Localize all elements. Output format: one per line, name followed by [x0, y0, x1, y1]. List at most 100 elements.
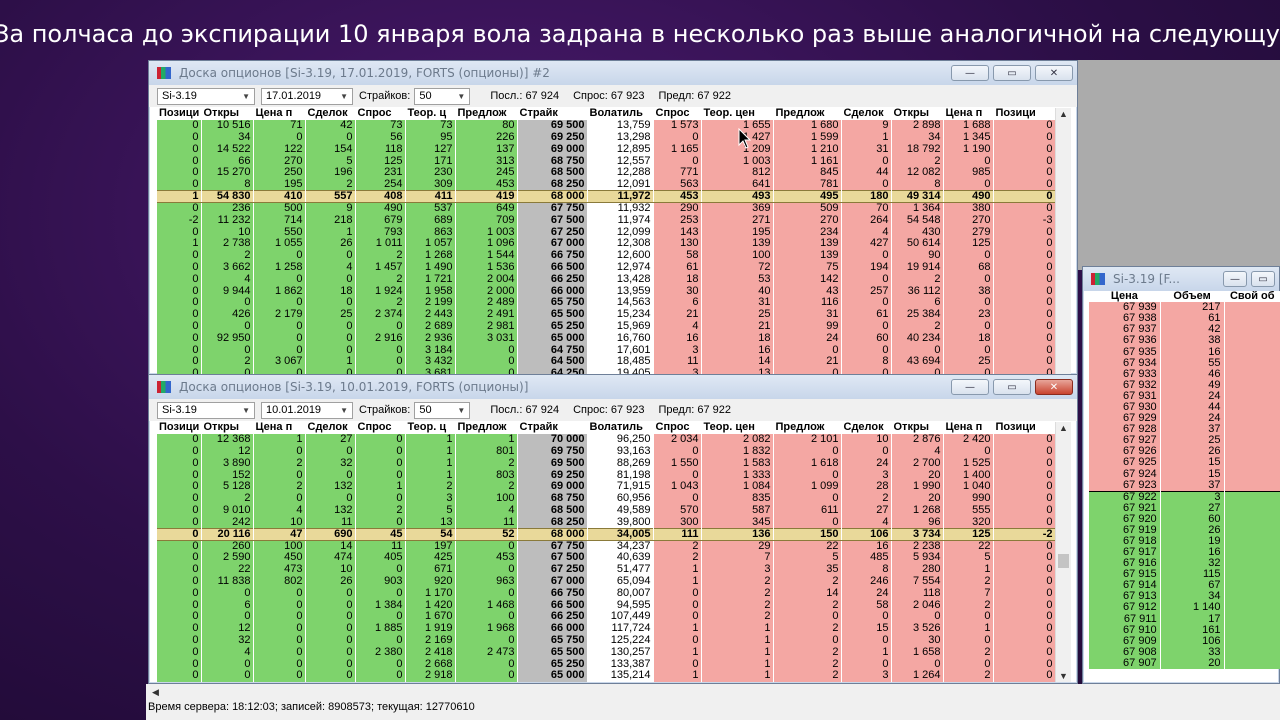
column-header[interactable]: Сделок	[841, 108, 892, 120]
table-row[interactable]: 0 12 368 1 27 0 1 1 70 000 96,250 2 034 2 082 2 101…	[157, 433, 1056, 446]
strikes-select[interactable]: 50 ▼	[414, 401, 471, 419]
column-header[interactable]: Свой об	[1224, 291, 1280, 303]
table-row[interactable]: 0 236 500 9 490 537 649 67 750 11,932 290 369 509 70…	[157, 202, 1056, 215]
table-row[interactable]: 12 738 1 055 26 1 011 1 057 1 096 67 000 12,308…	[157, 237, 1056, 250]
column-header[interactable]: Цена	[1089, 291, 1161, 303]
column-header[interactable]: Позици	[993, 422, 1056, 434]
table-row[interactable]: 06001 384 1 420 1 468 66 500 94,595 0 2 2 58 2 04…	[157, 599, 1056, 611]
close-button[interactable]: ✕	[1035, 65, 1073, 81]
bid-row[interactable]: 67 921 27	[1089, 502, 1280, 514]
ask-row[interactable]: 67 924 15	[1089, 468, 1280, 480]
bid-row[interactable]: 67 920 60	[1089, 513, 1280, 525]
table-row[interactable]: 05 128 2 132 1 2 2 69 000 71,915 1 043 1 084 1 099…	[157, 480, 1056, 493]
column-header[interactable]: Предлож	[455, 108, 518, 120]
table-row[interactable]: 0 34 0 0 56 95 226 69 250 13,298 0 1 427 1 599 1 34 1 …	[157, 131, 1056, 144]
column-header[interactable]: Волатиль	[587, 108, 654, 120]
instrument-select[interactable]: Si-3.19 ▼	[157, 401, 255, 419]
window-1-titlebar[interactable]: Доска опционов [Si-3.19, 17.01.2019, FOR…	[149, 61, 1077, 85]
ask-row[interactable]: 67 926 26	[1089, 446, 1280, 458]
ask-row[interactable]: 67 930 44	[1089, 401, 1280, 414]
table-row[interactable]: 0 12 0 0 0 1 801 69 750 93,163 0 1 832 0 0 4 0 0	[157, 445, 1056, 458]
table-row[interactable]: 0 12 0 0 1 885 1 919 1 968 66 000 117,724 1 1 2 15 3 …	[157, 622, 1056, 635]
column-header[interactable]: Сделок	[841, 422, 892, 434]
table-row[interactable]: 0 10 550 1 793 863 1 003 67 250 12,099 143 195 234 4…	[157, 226, 1056, 238]
column-header[interactable]: Сделок	[305, 108, 356, 120]
column-header[interactable]: Предлож	[773, 422, 842, 434]
column-header[interactable]: Спрос	[653, 108, 702, 120]
table-row[interactable]: 0 11 838 802 26 903 920 963 67 000 65,094 1 2 2 246 7…	[157, 575, 1056, 588]
table-row[interactable]: 020021 268 1 544 66 750 12,600 58 100 139 0 90 0 0	[157, 249, 1056, 262]
table-row[interactable]: 03 662 1 258 4 1 457 1 490 1 536 66 500 12,974 6…	[157, 261, 1056, 274]
bid-row[interactable]: 67 916 32	[1089, 558, 1280, 570]
maximize-button[interactable]: ▭	[993, 379, 1031, 395]
table-row[interactable]: 0 260 100 14 11 197 0 67 750 34,237 2 29 22 16 2 238 2…	[157, 540, 1056, 552]
ask-row[interactable]: 67 932 49	[1089, 379, 1280, 391]
column-header[interactable]: Страйк	[517, 108, 588, 120]
column-header[interactable]: Предлож	[455, 422, 518, 434]
table-row[interactable]: 02 590 450 474 405 425 453 67 500 40,639 2 7 5 485 5…	[157, 551, 1056, 564]
scroll-up-icon[interactable]: ▲	[1056, 422, 1071, 434]
column-header[interactable]: Волатиль	[587, 422, 654, 434]
table-row[interactable]: 0 92 950 0 0 2 916 2 936 3 031 65 000 16,760 16 18…	[157, 332, 1056, 345]
bid-row[interactable]: 67 914 67	[1089, 580, 1280, 592]
bid-row[interactable]: 67 915 115	[1089, 569, 1280, 581]
column-header[interactable]: Позици	[157, 108, 202, 120]
table-row[interactable]: 03 890 2 32 0 1 2 69 500 88,269 1 550 1 583 1 618 2…	[157, 457, 1056, 470]
table-row[interactable]: 000001 170 0 66 750 80,007 0 2 14 24 118 7 0	[157, 587, 1056, 600]
table-row[interactable]: 04002 380 2 418 2 473 65 500 130,257 1 1 2 1 1 65…	[157, 646, 1056, 659]
column-header[interactable]: Спрос	[653, 422, 702, 434]
table-row[interactable]: 0 22 473 10 0 671 0 67 250 51,477 1 3 35 8 280 1 0	[157, 563, 1056, 576]
column-header[interactable]: Цена п	[943, 422, 994, 434]
instrument-select[interactable]: Si-3.19 ▼	[157, 87, 255, 105]
ask-row[interactable]: 67 939 217	[1089, 302, 1280, 314]
table-row[interactable]: 0 2 0 0 0 3 100 68 750 60,956 0 835 0 2 20 990 0	[157, 492, 1056, 505]
ask-row[interactable]: 67 929 24	[1089, 413, 1280, 425]
table-row[interactable]: 000003 184 0 64 750 17,601 3 16 0 0 0 0 0	[157, 344, 1056, 356]
bid-row[interactable]: 67 910 161	[1089, 624, 1280, 636]
ask-row[interactable]: 67 937 42	[1089, 324, 1280, 336]
column-header[interactable]: Цена п	[253, 422, 306, 434]
ask-row[interactable]: 67 928 37	[1089, 424, 1280, 436]
ask-row[interactable]: 67 934 55	[1089, 357, 1280, 369]
column-header[interactable]: Страйк	[517, 422, 588, 434]
bid-row[interactable]: 67 907 20	[1089, 657, 1280, 669]
table-row[interactable]: -2 11 232 714 218 679 689 709 67 500 11,974 253 27…	[157, 214, 1056, 227]
column-header[interactable]: Сделок	[305, 422, 356, 434]
table-row[interactable]: 0 15 270 250 196 231 230 245 68 500 12,288 771 812…	[157, 166, 1056, 179]
bid-row[interactable]: 67 919 26	[1089, 524, 1280, 536]
maximize-button[interactable]: ▭	[1251, 271, 1275, 287]
table-row[interactable]: 09 944 1 862 18 1 924 1 958 2 000 66 000 13,959…	[157, 285, 1056, 297]
column-header[interactable]: Цена п	[943, 108, 994, 120]
column-header[interactable]: Спрос	[355, 108, 406, 120]
column-header[interactable]: Теор. ц	[405, 108, 456, 120]
scroll-thumb[interactable]	[1058, 554, 1069, 568]
minimize-button[interactable]: —	[951, 65, 989, 81]
column-header[interactable]: Теор. цен	[701, 108, 774, 120]
bid-row[interactable]: 67 913 34	[1089, 591, 1280, 603]
maximize-button[interactable]: ▭	[993, 65, 1031, 81]
ask-row[interactable]: 67 938 61	[1089, 313, 1280, 325]
column-header[interactable]: Цена п	[253, 108, 306, 120]
table-row[interactable]: 09 010 4 132 2 5 4 68 500 49,589 570 587 611 27 1 26…	[157, 504, 1056, 517]
bid-row[interactable]: 67 909 106	[1089, 635, 1280, 647]
atm-row[interactable]: 1 54 830 410 557 408 411 419 68 000 11,972 453 493…	[157, 190, 1056, 204]
column-header[interactable]: Откры	[891, 108, 944, 120]
window-2-titlebar[interactable]: Доска опционов [Si-3.19, 10.01.2019, FOR…	[149, 375, 1077, 399]
minimize-button[interactable]: —	[1223, 271, 1247, 287]
bid-row[interactable]: 67 911 17	[1089, 613, 1280, 625]
table-row[interactable]: 000002 668 0 65 250 133,387 0 1 2 0 0 0 0	[157, 658, 1056, 670]
bid-row[interactable]: 67 908 33	[1089, 646, 1280, 658]
atm-row[interactable]: 0 20 116 47 690 45 54 52 68 000 34,005 111 136 150 1…	[157, 527, 1056, 541]
table-row[interactable]: 0 66 270 5 125 171 313 68 750 12,557 0 1 003 1 161 0…	[157, 155, 1056, 167]
bid-row[interactable]: 67 917 16	[1089, 546, 1280, 559]
table-row[interactable]: 0 242 10 11 0 13 11 68 250 39,800 300 345 0 4 96 320 0	[157, 516, 1056, 529]
column-header[interactable]: Объем	[1160, 291, 1225, 303]
ask-row[interactable]: 67 936 38	[1089, 335, 1280, 347]
column-header[interactable]: Откры	[201, 422, 254, 434]
column-header[interactable]: Позици	[157, 422, 202, 434]
bid-row[interactable]: 67 922 3	[1089, 490, 1280, 503]
minimize-button[interactable]: —	[951, 379, 989, 395]
scroll-down-icon[interactable]: ▼	[1056, 670, 1071, 682]
column-header[interactable]: Спрос	[355, 422, 406, 434]
strikes-select[interactable]: 50 ▼	[414, 87, 471, 105]
